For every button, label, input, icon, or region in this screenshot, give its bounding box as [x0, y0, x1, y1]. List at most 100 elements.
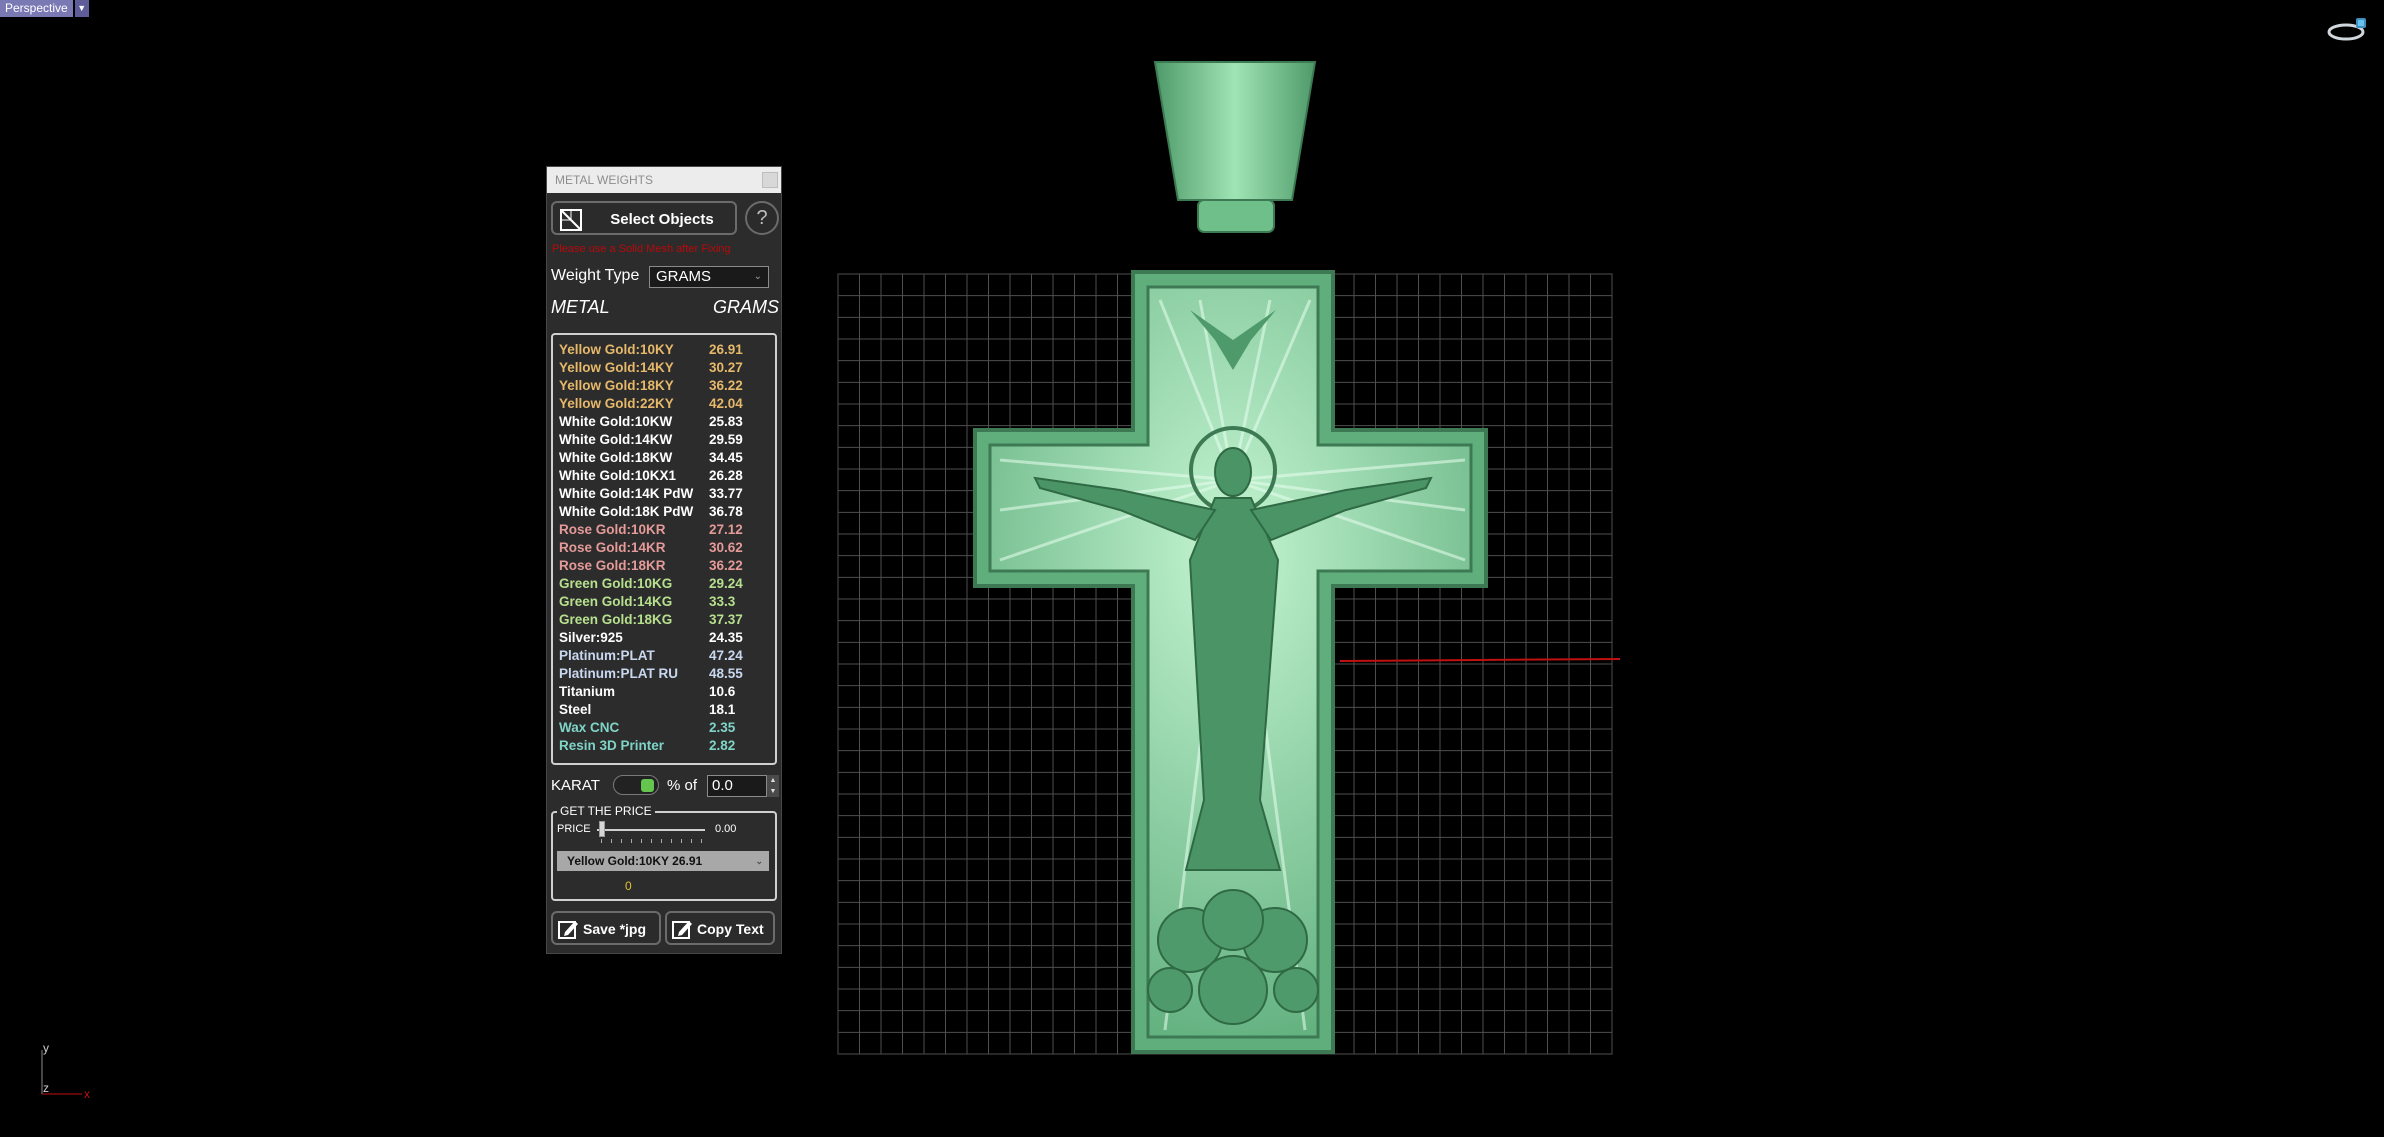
copy-text-button[interactable]: Copy Text — [665, 911, 775, 945]
metal-grams: 33.3 — [709, 594, 736, 609]
metal-grams: 29.59 — [709, 432, 743, 447]
viewport-name[interactable]: Perspective — [0, 0, 73, 17]
metal-grams: 24.35 — [709, 630, 743, 645]
slider-ticks — [601, 839, 705, 843]
metal-name: White Gold:14KW — [559, 432, 673, 447]
weight-type-select[interactable]: GRAMS ⌄ — [649, 266, 769, 288]
metal-grams: 29.24 — [709, 576, 743, 591]
metal-name: Steel — [559, 702, 592, 717]
ring-icon[interactable] — [2326, 12, 2372, 44]
weight-type-label: Weight Type — [551, 267, 640, 284]
metal-row[interactable]: Silver:925 24.35 — [559, 629, 775, 647]
metal-row[interactable]: Yellow Gold:22KY 42.04 — [559, 395, 775, 413]
metal-row[interactable]: Green Gold:10KG 29.24 — [559, 575, 775, 593]
grams-column-header: GRAMS — [712, 297, 779, 317]
metal-row[interactable]: White Gold:14KW 29.59 — [559, 431, 775, 449]
metal-row[interactable]: White Gold:18K PdW 36.78 — [559, 503, 775, 521]
chevron-down-icon: ⌄ — [755, 856, 763, 866]
weight-type-value: GRAMS — [656, 268, 712, 285]
metal-grams: 10.6 — [709, 684, 736, 699]
metal-row[interactable]: Yellow Gold:14KY 30.27 — [559, 359, 775, 377]
metal-name: Titanium — [559, 684, 616, 699]
metal-row[interactable]: Platinum:PLAT RU 48.55 — [559, 665, 775, 683]
chevron-down-icon: ⌄ — [753, 271, 762, 282]
metal-name: Rose Gold:14KR — [559, 540, 666, 555]
metal-row[interactable]: White Gold:10KW 25.83 — [559, 413, 775, 431]
metal-grams: 30.62 — [709, 540, 743, 555]
metal-name: Green Gold:14KG — [559, 594, 673, 609]
metal-name: Silver:925 — [559, 630, 623, 645]
axis-x-label: x — [84, 1087, 90, 1101]
metal-column-header: METAL — [551, 297, 610, 317]
metal-name: White Gold:18K PdW — [559, 504, 694, 519]
metal-grams: 36.22 — [709, 378, 743, 393]
copy-text-label: Copy Text — [697, 921, 764, 937]
pendant-bail — [1153, 61, 1317, 201]
axis-z-label: z — [43, 1081, 49, 1095]
percent-input[interactable]: 0.0 — [707, 775, 767, 797]
viewport-menu-arrow-icon[interactable]: ▼ — [74, 0, 89, 17]
metal-grams: 18.1 — [709, 702, 736, 717]
metal-grams: 37.37 — [709, 612, 743, 627]
metal-row[interactable]: White Gold:10KX1 26.28 — [559, 467, 775, 485]
price-value: 0.00 — [715, 823, 737, 835]
metal-name: White Gold:14K PdW — [559, 486, 694, 501]
metal-row[interactable]: Green Gold:18KG 37.37 — [559, 611, 775, 629]
select-objects-button[interactable]: Select Objects — [551, 201, 737, 235]
metal-name: Wax CNC — [559, 720, 620, 735]
karat-toggle[interactable] — [613, 775, 659, 795]
axis-indicator: y z x — [38, 1041, 98, 1104]
viewport-tab[interactable]: Perspective ▼ — [0, 0, 89, 17]
stepper-up-icon[interactable]: ▲ — [767, 775, 779, 786]
help-button[interactable]: ? — [745, 201, 779, 235]
stepper-down-icon[interactable]: ▼ — [767, 786, 779, 797]
metal-weights-panel: METAL WEIGHTS Select Objects ? Please us… — [546, 166, 782, 954]
metal-grams: 36.22 — [709, 558, 743, 573]
metal-name: Platinum:PLAT RU — [559, 666, 678, 681]
metal-name: Platinum:PLAT — [559, 648, 655, 663]
metal-name: Green Gold:18KG — [559, 612, 673, 627]
metal-row[interactable]: Wax CNC 2.35 — [559, 719, 775, 737]
price-slider-handle[interactable] — [599, 821, 605, 837]
save-jpg-button[interactable]: Save *jpg — [551, 911, 661, 945]
metal-name: Yellow Gold:18KY — [559, 378, 674, 393]
percent-of-label: % of — [667, 777, 698, 794]
select-objects-label: Select Objects — [610, 211, 714, 228]
metal-grams: 30.27 — [709, 360, 743, 375]
price-metal-select[interactable]: Yellow Gold:10KY 26.91 ⌄ — [557, 851, 769, 871]
metal-name: Yellow Gold:10KY — [559, 342, 674, 357]
metal-name: Resin 3D Printer — [559, 738, 665, 753]
price-result: 0 — [625, 879, 632, 893]
metal-row[interactable]: Rose Gold:18KR 36.22 — [559, 557, 775, 575]
panel-title-bar[interactable]: METAL WEIGHTS — [547, 167, 781, 193]
metal-row[interactable]: Platinum:PLAT 47.24 — [559, 647, 775, 665]
panel-close-button[interactable] — [762, 172, 778, 188]
price-slider[interactable] — [597, 829, 705, 831]
percent-stepper[interactable]: ▲ ▼ — [767, 775, 779, 797]
metal-row[interactable]: Steel 18.1 — [559, 701, 775, 719]
metal-row[interactable]: Rose Gold:14KR 30.62 — [559, 539, 775, 557]
metal-grams: 36.78 — [709, 504, 743, 519]
axis-y-label: y — [43, 1044, 49, 1055]
toggle-knob — [641, 779, 654, 792]
metal-row[interactable]: Yellow Gold:10KY 26.91 — [559, 341, 775, 359]
metal-weights-list[interactable]: Yellow Gold:10KY 26.91 Yellow Gold:14KY 30.… — [551, 333, 777, 765]
metal-row[interactable]: White Gold:18KW 34.45 — [559, 449, 775, 467]
metal-grams: 25.83 — [709, 414, 743, 429]
metal-row[interactable]: Yellow Gold:18KY 36.22 — [559, 377, 775, 395]
metal-name: White Gold:10KW — [559, 414, 673, 429]
metal-grams: 42.04 — [709, 396, 743, 411]
metal-grams: 48.55 — [709, 666, 743, 681]
metal-row[interactable]: Titanium 10.6 — [559, 683, 775, 701]
metal-row[interactable]: Resin 3D Printer 2.82 — [559, 737, 775, 755]
viewport-scene[interactable] — [820, 40, 1640, 1070]
panel-title: METAL WEIGHTS — [555, 173, 654, 187]
select-objects-icon — [560, 209, 582, 231]
price-group-legend: GET THE PRICE — [557, 804, 655, 818]
karat-label: KARAT — [551, 777, 600, 794]
metal-row[interactable]: Rose Gold:10KR 27.12 — [559, 521, 775, 539]
metal-row[interactable]: White Gold:14K PdW 33.77 — [559, 485, 775, 503]
metal-grams: 26.91 — [709, 342, 743, 357]
metal-name: White Gold:18KW — [559, 450, 673, 465]
metal-row[interactable]: Green Gold:14KG 33.3 — [559, 593, 775, 611]
